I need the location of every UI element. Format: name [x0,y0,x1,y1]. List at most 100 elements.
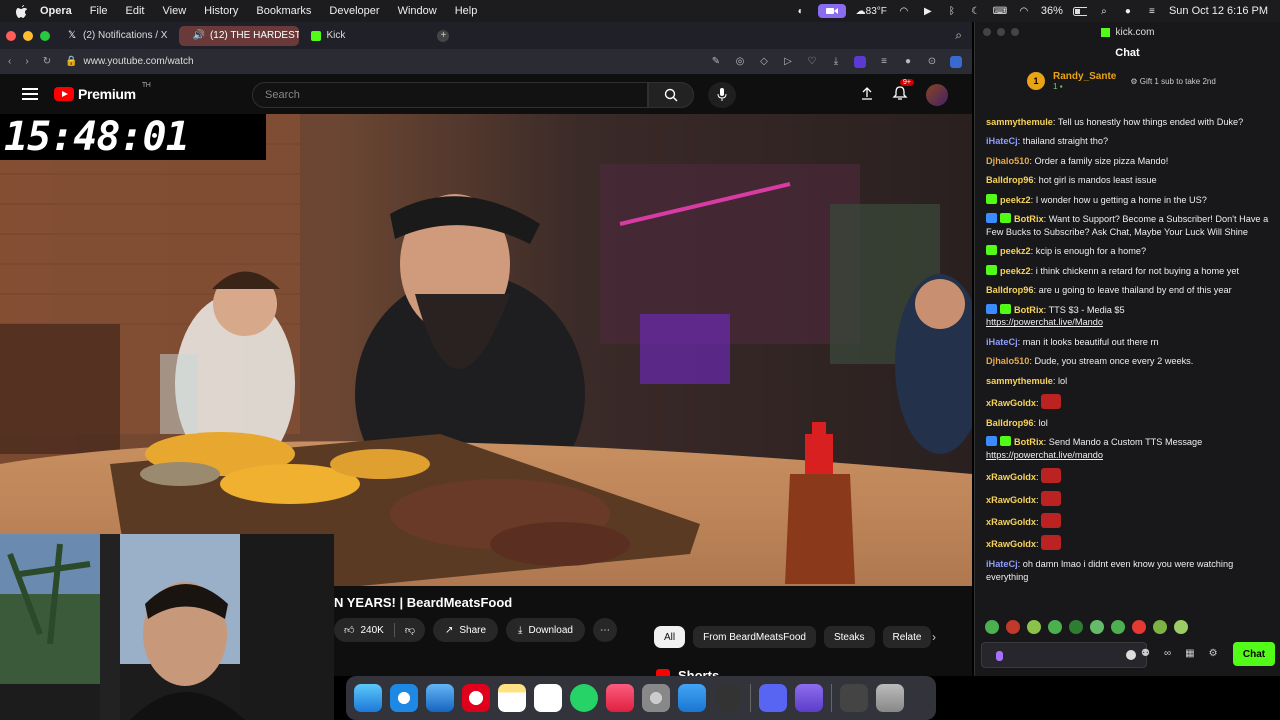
close-window-button[interactable] [983,28,991,36]
finder-icon[interactable] [354,684,382,712]
profile-icon[interactable]: ● [902,56,914,68]
battery-icon[interactable] [1072,5,1087,17]
notes-icon[interactable] [498,684,526,712]
tab-search-icon[interactable]: ⌕ [955,28,962,43]
chat-username[interactable]: xRawGoldx [986,539,1036,549]
menu-edit[interactable]: Edit [126,5,145,17]
settings-icon[interactable] [642,684,670,712]
discord-icon[interactable] [759,684,787,712]
heart-icon[interactable]: ♡ [806,56,818,68]
play-icon[interactable]: ▶ [921,5,935,17]
emote-icon[interactable] [1132,620,1146,634]
forward-icon[interactable]: › [25,56,28,67]
chat-username[interactable]: xRawGoldx [986,495,1036,505]
moon-icon[interactable]: ☾ [969,5,983,17]
url-field[interactable]: www.youtube.com/watch [84,56,194,67]
emote-icon[interactable] [985,620,999,634]
trash-icon[interactable] [876,684,904,712]
emote-icon[interactable] [1153,620,1167,634]
safari-icon[interactable] [390,684,418,712]
chat-username[interactable]: peekz2 [1000,246,1031,256]
chat-username[interactable]: Balldrop96 [986,175,1033,185]
chat-username[interactable]: iHateCj [986,136,1018,146]
like-button[interactable]: 👍︎ 240K [334,624,394,637]
more-actions-button[interactable]: ⋯ [592,618,617,642]
chat-username[interactable]: xRawGoldx [986,398,1036,408]
close-window-button[interactable] [6,30,16,41]
chat-username[interactable]: Balldrop96 [986,418,1033,428]
back-icon[interactable]: ‹ [8,56,11,67]
chat-username[interactable]: sammythemule [986,376,1053,386]
share-button[interactable]: ↗ Share [432,618,499,642]
chat-username[interactable]: Balldrop96 [986,285,1033,295]
chat-username[interactable]: sammythemule [986,117,1053,127]
tab-kick[interactable]: Kick [303,26,353,46]
opera-icon[interactable] [462,684,490,712]
upload-icon[interactable] [860,86,874,105]
control-center-icon[interactable]: ≡ [1145,5,1159,17]
tab-x-notifications[interactable]: 𝕏 (2) Notifications / X [60,26,175,46]
apple-icon[interactable] [14,4,28,18]
chat-username[interactable]: iHateCj [986,559,1018,569]
emote-icon[interactable] [1006,620,1020,634]
search-input[interactable]: Search [252,82,648,108]
menu-history[interactable]: History [204,5,238,17]
wifi-icon[interactable]: ◠ [1017,5,1031,17]
search-button[interactable] [648,82,694,108]
video-player[interactable]: 15:48:01 [0,114,972,586]
extension-icon[interactable]: ◐ [794,5,808,17]
appstore-icon[interactable] [678,684,706,712]
chat-username[interactable]: BotRix [1014,437,1044,447]
reminders-icon[interactable] [534,684,562,712]
menu-developer[interactable]: Developer [329,5,379,17]
headphones-icon[interactable]: ◠ [897,5,911,17]
gift-sub-prompt[interactable]: ⚙ Gift 1 sub to take 2nd [1130,77,1215,86]
extension-puzzle-icon[interactable] [854,55,866,68]
keyboard-icon[interactable]: ⌨ [993,5,1007,17]
chat-username[interactable]: peekz2 [1000,266,1031,276]
youtube-logo[interactable]: Premium TH [54,82,151,102]
speaker-icon[interactable]: 🔊 [192,30,204,41]
new-tab-button[interactable]: + [437,29,450,42]
chat-link[interactable]: https://powerchat.live/Mando [986,317,1103,327]
chevron-right-icon[interactable]: › [932,630,936,644]
screen-record-icon[interactable] [817,4,846,18]
emote-icon[interactable] [1174,620,1188,634]
menu-icon[interactable]: ≡ [878,56,890,68]
chip-from-channel[interactable]: From BeardMeatsFood [693,626,816,648]
chip-all[interactable]: All [654,626,686,648]
zoom-window-button[interactable] [1011,28,1019,36]
chat-username[interactable]: peekz2 [1000,195,1031,205]
chat-username[interactable]: BotRix [1014,305,1044,315]
reload-icon[interactable]: ↻ [43,56,51,67]
dislike-button[interactable]: 👎︎ [395,624,425,636]
menu-view[interactable]: View [163,5,187,17]
avatar[interactable] [926,84,948,106]
users-icon[interactable]: ⚉ [1141,648,1150,659]
hamburger-menu-icon[interactable] [22,88,38,100]
chat-message-input[interactable] [981,642,1147,668]
microphone-icon[interactable] [996,651,1003,661]
emoji-picker-icon[interactable] [1126,650,1136,660]
spotlight-icon[interactable]: ⌕ [1097,5,1111,17]
vpn-icon[interactable]: ⊙ [926,56,938,68]
zoom-window-button[interactable] [40,30,50,41]
minimize-window-button[interactable] [23,30,33,41]
user-icon[interactable]: ● [1121,5,1135,17]
chat-link[interactable]: https://powerchat.live/mando [986,450,1103,460]
emote-icon[interactable] [1027,620,1041,634]
weather-icon[interactable]: ☁ 83°F [856,5,887,17]
obs-icon[interactable] [714,684,742,712]
screenshot-icon[interactable] [840,684,868,712]
menu-app-name[interactable]: Opera [40,5,72,17]
emote-icon[interactable] [1090,620,1104,634]
chip-steaks[interactable]: Steaks [823,626,875,648]
emote-icon[interactable] [1048,620,1062,634]
edit-icon[interactable]: ✎ [710,56,722,68]
shield-icon[interactable]: ◇ [758,56,770,68]
camera-icon[interactable]: ◎ [734,56,746,68]
top-gifter-name[interactable]: Randy_Sante [1053,71,1116,82]
chip-related[interactable]: Relate [882,626,932,648]
music-icon[interactable] [606,684,634,712]
calendar-icon[interactable]: ▦ [1185,648,1194,659]
